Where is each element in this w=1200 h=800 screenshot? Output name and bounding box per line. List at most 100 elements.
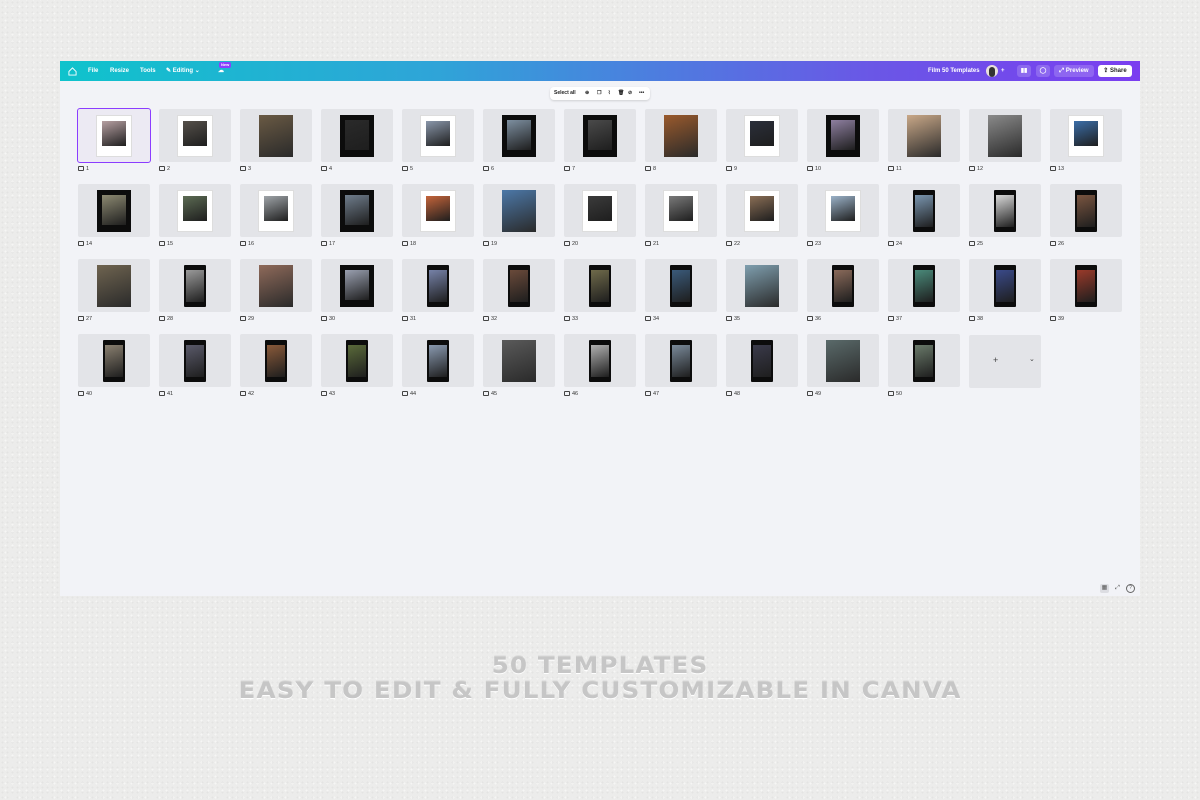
- page-thumbnail[interactable]: [483, 109, 555, 162]
- page-thumbnail[interactable]: [807, 259, 879, 312]
- page-number-label: 24: [888, 240, 902, 248]
- select-all-button[interactable]: Select all: [554, 87, 576, 100]
- page-thumbnail[interactable]: [402, 334, 474, 387]
- page-thumbnail[interactable]: [78, 259, 150, 312]
- share-button[interactable]: ⇪ Share: [1098, 65, 1132, 77]
- comment-icon[interactable]: ◯: [1036, 65, 1050, 77]
- file-menu[interactable]: File: [88, 61, 98, 81]
- page-thumbnail[interactable]: [969, 184, 1041, 237]
- preview-button[interactable]: ⤢ Preview: [1054, 65, 1094, 77]
- tools-menu[interactable]: Tools: [140, 61, 156, 81]
- help-icon[interactable]: ?: [1126, 584, 1135, 593]
- page-thumbnail[interactable]: [888, 109, 960, 162]
- page-thumbnail[interactable]: [645, 259, 717, 312]
- page-number-label: 41: [159, 390, 173, 398]
- page-type-icon: [807, 391, 813, 397]
- page-thumbnail[interactable]: [726, 259, 798, 312]
- page-number-label: 5: [402, 165, 413, 173]
- more-options-icon[interactable]: •••: [639, 87, 644, 100]
- hide-page-icon[interactable]: ⌇: [608, 87, 610, 100]
- page-thumbnail[interactable]: [564, 184, 636, 237]
- page-thumbnail[interactable]: [726, 334, 798, 387]
- resize-menu[interactable]: Resize: [110, 61, 129, 81]
- page-thumbnail[interactable]: [240, 109, 312, 162]
- page-thumbnail[interactable]: [969, 259, 1041, 312]
- page-thumbnail[interactable]: [969, 109, 1041, 162]
- eye-off-icon[interactable]: ⊘: [628, 87, 632, 100]
- page-thumbnail[interactable]: [645, 184, 717, 237]
- grid-view-icon[interactable]: ▦: [1100, 584, 1109, 593]
- page-thumbnail[interactable]: [645, 109, 717, 162]
- page-thumbnail[interactable]: [888, 184, 960, 237]
- page-thumbnail[interactable]: [402, 109, 474, 162]
- page-thumbnail[interactable]: [402, 184, 474, 237]
- page-type-icon: [402, 391, 408, 397]
- page-thumbnail[interactable]: [888, 334, 960, 387]
- page-number: 18: [410, 241, 417, 247]
- page-thumbnail[interactable]: [807, 109, 879, 162]
- page-thumbnail[interactable]: [240, 184, 312, 237]
- page-number-label: 28: [159, 315, 173, 323]
- page-thumbnail[interactable]: [78, 184, 150, 237]
- home-icon[interactable]: [68, 61, 77, 81]
- page-thumbnail[interactable]: [564, 334, 636, 387]
- page-number-label: 50: [888, 390, 902, 398]
- page-thumbnail[interactable]: [807, 184, 879, 237]
- top-bar: File Resize Tools ✎ Editing ⌄ ☁ New Film…: [60, 61, 1140, 81]
- document-title[interactable]: Film 50 Templates: [928, 61, 980, 81]
- page-thumbnail[interactable]: [483, 184, 555, 237]
- page-number-label: 18: [402, 240, 416, 248]
- duplicate-icon[interactable]: ❐: [597, 87, 601, 100]
- page-thumbnail[interactable]: [240, 334, 312, 387]
- add-page-icon[interactable]: ⊕: [585, 87, 589, 100]
- page-number-label: 21: [645, 240, 659, 248]
- page-type-icon: [807, 241, 813, 247]
- page-thumbnail[interactable]: [1050, 109, 1122, 162]
- thumbnail-image: [913, 264, 935, 307]
- page-number-label: 22: [726, 240, 740, 248]
- page-thumbnail[interactable]: [77, 108, 151, 163]
- page-number: 16: [248, 241, 255, 247]
- page-thumbnail[interactable]: [483, 259, 555, 312]
- page-number-label: 36: [807, 315, 821, 323]
- page-thumbnail[interactable]: [483, 334, 555, 387]
- page-thumbnail[interactable]: [402, 259, 474, 312]
- avatar[interactable]: [986, 65, 998, 77]
- add-collaborator-button[interactable]: +: [1001, 61, 1005, 81]
- thumbnail-image: [177, 189, 213, 232]
- fullscreen-icon[interactable]: ⤢: [1113, 584, 1122, 593]
- thumbnail-image: [745, 264, 779, 307]
- page-thumbnail[interactable]: [726, 109, 798, 162]
- page-thumbnail[interactable]: [321, 259, 393, 312]
- page-thumbnail[interactable]: [321, 334, 393, 387]
- thumbnail-image: [502, 189, 536, 232]
- insights-icon[interactable]: ▮▮: [1017, 65, 1031, 77]
- page-number-label: 14: [78, 240, 92, 248]
- page-thumbnail[interactable]: [888, 259, 960, 312]
- page-thumbnail[interactable]: [807, 334, 879, 387]
- page-type-icon: [483, 241, 489, 247]
- add-page-button[interactable]: + ⌄: [969, 335, 1041, 388]
- page-thumbnail[interactable]: [1050, 259, 1122, 312]
- page-thumbnail[interactable]: [78, 334, 150, 387]
- editing-mode-button[interactable]: ✎ Editing ⌄: [166, 61, 200, 81]
- page-thumbnail[interactable]: [564, 109, 636, 162]
- page-thumbnail[interactable]: [321, 109, 393, 162]
- page-thumbnail[interactable]: [321, 184, 393, 237]
- chevron-down-icon[interactable]: ⌄: [1029, 355, 1035, 363]
- page-thumbnail[interactable]: [726, 184, 798, 237]
- page-thumbnail[interactable]: [159, 259, 231, 312]
- page-thumbnail[interactable]: [564, 259, 636, 312]
- page-thumbnail[interactable]: [159, 184, 231, 237]
- page-number: 19: [491, 241, 498, 247]
- page-number: 5: [410, 166, 414, 172]
- page-thumbnail[interactable]: [1050, 184, 1122, 237]
- page-thumbnail[interactable]: [240, 259, 312, 312]
- thumbnail-image: [502, 339, 536, 382]
- thumbnail-image: [744, 114, 780, 157]
- page-type-icon: [969, 316, 975, 322]
- delete-icon[interactable]: 🗑: [618, 87, 624, 100]
- page-thumbnail[interactable]: [159, 109, 231, 162]
- page-thumbnail[interactable]: [645, 334, 717, 387]
- page-thumbnail[interactable]: [159, 334, 231, 387]
